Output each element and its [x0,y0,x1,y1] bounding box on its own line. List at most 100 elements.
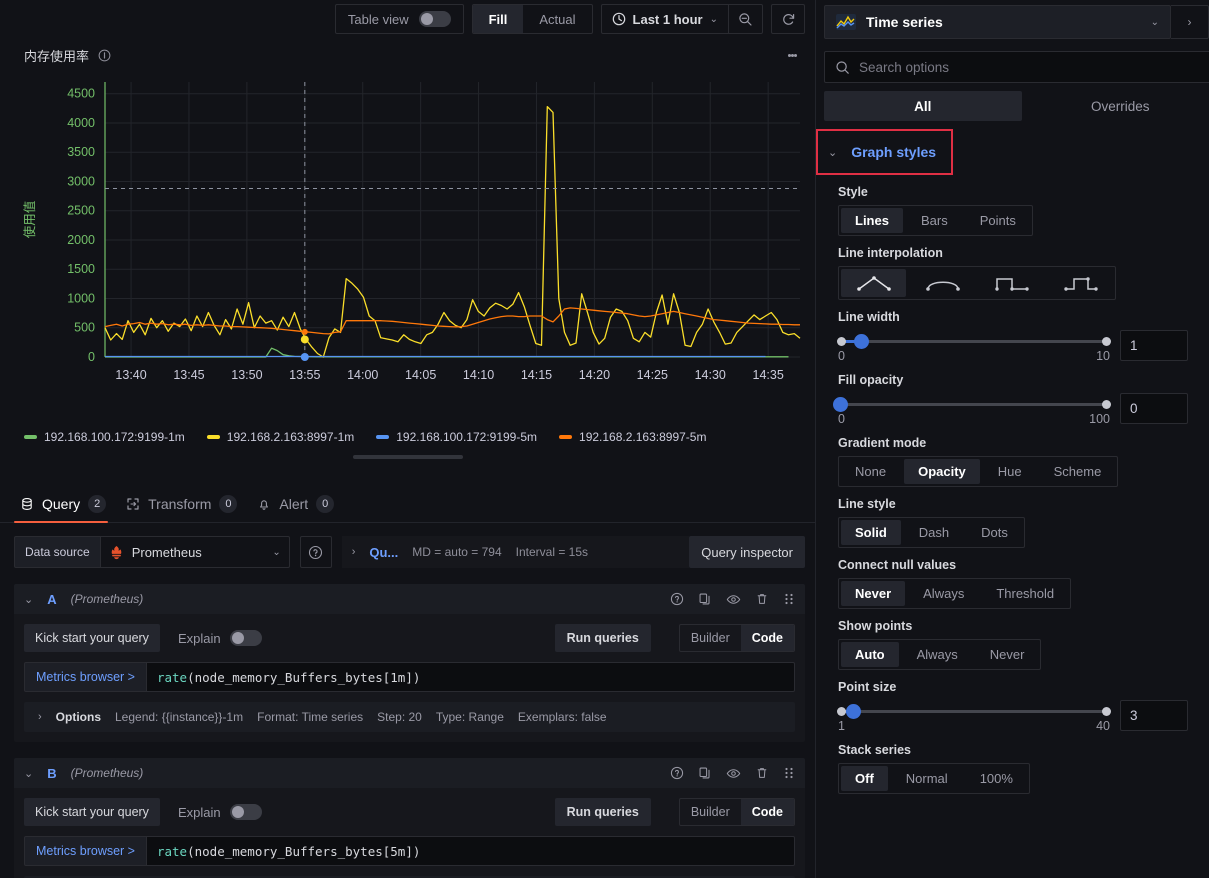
step-before-interpolation-icon[interactable] [979,269,1044,297]
fill-opacity-value-input[interactable]: 0 [1120,393,1188,424]
explain-switch[interactable] [229,630,262,646]
gradient-mode-group[interactable]: None Opacity Hue Scheme [838,456,1119,487]
builder-button[interactable]: Builder [680,799,741,825]
query-ref-id[interactable]: A [47,592,56,607]
connect-nulls-option-always[interactable]: Always [909,581,978,606]
legend-item[interactable]: 192.168.100.172:9199-1m [24,430,185,444]
drag-handle-icon[interactable] [783,592,795,606]
time-series-chart[interactable]: 0 500 1000 1500 2000 2500 3000 3500 4000 4500 13:4… [10,72,805,392]
time-range-picker[interactable]: Last 1 hour ⌄ [600,4,763,34]
panel-menu-button[interactable] [779,40,805,70]
code-button[interactable]: Code [740,625,794,651]
trash-icon[interactable] [755,766,769,780]
style-option-points[interactable]: Points [966,208,1030,233]
kick-start-query-button[interactable]: Kick start your query [24,798,160,826]
metrics-browser-button[interactable]: Metrics browser > [24,836,147,866]
metrics-browser-button[interactable]: Metrics browser > [24,662,147,692]
line-width-knob[interactable] [854,334,870,349]
step-after-interpolation-icon[interactable] [1048,269,1113,297]
query-row-header[interactable]: ⌄ B (Prometheus) [14,758,805,788]
line-style-option-dash[interactable]: Dash [905,520,963,545]
query-ref-id[interactable]: B [47,766,56,781]
zoom-out-button[interactable] [728,5,762,33]
legend-item[interactable]: 192.168.2.163:8997-5m [559,430,706,444]
line-width-value-input[interactable]: 1 [1120,330,1188,361]
show-points-option-never[interactable]: Never [976,642,1039,667]
connect-nulls-option-threshold[interactable]: Threshold [982,581,1068,606]
legend-item[interactable]: 192.168.100.172:9199-5m [376,430,537,444]
explain-switch[interactable] [229,804,262,820]
help-icon[interactable] [670,592,684,606]
tab-query[interactable]: Query 2 [14,483,120,523]
fill-button[interactable]: Fill [472,5,524,33]
show-points-option-always[interactable]: Always [903,642,972,667]
point-size-slider[interactable]: 1 40 [837,700,1111,733]
info-icon[interactable] [98,49,111,62]
duplicate-icon[interactable] [698,592,712,606]
run-queries-button[interactable]: Run queries [554,624,651,652]
line-style-option-dots[interactable]: Dots [967,520,1022,545]
stack-series-group[interactable]: Off Normal 100% [838,763,1030,794]
line-width-slider[interactable]: 0 10 [837,330,1111,363]
gradient-option-none[interactable]: None [841,459,900,484]
drag-handle-icon[interactable] [783,766,795,780]
connect-nulls-group[interactable]: Never Always Threshold [838,578,1072,609]
eye-icon[interactable] [726,592,741,607]
datasource-help-button[interactable] [299,536,332,568]
linear-interpolation-icon[interactable] [841,269,906,297]
line-style-option-solid[interactable]: Solid [841,520,901,545]
query-expression-input[interactable]: rate (node_memory_Buffers_bytes[5m]) [146,836,795,866]
search-options-input[interactable] [859,59,1208,75]
data-source-select[interactable]: Prometheus ⌄ [99,536,290,568]
point-size-value-input[interactable]: 3 [1120,700,1188,731]
trash-icon[interactable] [755,592,769,606]
fill-opacity-track[interactable] [832,397,1111,412]
connect-nulls-option-never[interactable]: Never [841,581,906,606]
query-inspector-button[interactable]: Query inspector [689,536,805,568]
table-view-toggle[interactable]: Table view [334,4,464,34]
style-radio-group[interactable]: Lines Bars Points [838,205,1033,236]
gradient-option-opacity[interactable]: Opacity [904,459,980,484]
stack-series-option-100[interactable]: 100% [966,766,1027,791]
eye-icon[interactable] [726,766,741,781]
builder-code-segment[interactable]: Builder Code [678,798,795,826]
kick-start-query-button[interactable]: Kick start your query [24,624,160,652]
stack-series-option-off[interactable]: Off [841,766,888,791]
time-range-main[interactable]: Last 1 hour ⌄ [602,5,728,33]
refresh-button[interactable] [771,4,805,34]
point-size-track[interactable] [837,704,1111,719]
line-style-group[interactable]: Solid Dash Dots [838,517,1025,548]
show-points-group[interactable]: Auto Always Never [838,639,1042,670]
style-option-bars[interactable]: Bars [907,208,962,233]
chart-area[interactable]: 0 500 1000 1500 2000 2500 3000 3500 4000 4500 13:4… [10,72,805,427]
graph-styles-group-header[interactable]: ⌄ Graph styles [816,129,953,175]
actual-button[interactable]: Actual [523,5,591,33]
collapse-options-button[interactable]: › [1171,5,1209,39]
tab-alert[interactable]: Alert 0 [251,483,348,522]
query-options-expander[interactable]: › Qu... MD = auto = 794 Interval = 15s [341,536,690,568]
tab-overrides[interactable]: Overrides [1022,91,1209,121]
query-expression-input[interactable]: rate (node_memory_Buffers_bytes[1m]) [146,662,795,692]
tab-transform[interactable]: Transform 0 [120,483,251,522]
run-queries-button[interactable]: Run queries [554,798,651,826]
chevron-down-icon[interactable]: ⌄ [24,767,33,780]
search-options-box[interactable] [824,51,1209,83]
gradient-option-scheme[interactable]: Scheme [1040,459,1116,484]
smooth-interpolation-icon[interactable] [910,269,975,297]
tab-all[interactable]: All [824,91,1022,121]
stack-series-option-normal[interactable]: Normal [892,766,962,791]
code-button[interactable]: Code [740,799,794,825]
builder-code-segment[interactable]: Builder Code [678,624,795,652]
chevron-down-icon[interactable]: ⌄ [24,593,33,606]
duplicate-icon[interactable] [698,766,712,780]
fill-opacity-knob[interactable] [832,397,848,412]
explain-toggle[interactable]: Explain [178,630,262,646]
query-row-header[interactable]: ⌄ A (Prometheus) [14,584,805,614]
point-size-knob[interactable] [846,704,862,719]
query-options-summary[interactable]: › Options Legend: {{instance}}-1m Format… [24,702,795,732]
line-width-track[interactable] [837,334,1111,349]
panel-resize-handle[interactable] [352,455,463,459]
help-icon[interactable] [670,766,684,780]
visualization-picker-button[interactable]: Time series ⌄ [824,5,1171,39]
style-option-lines[interactable]: Lines [841,208,903,233]
